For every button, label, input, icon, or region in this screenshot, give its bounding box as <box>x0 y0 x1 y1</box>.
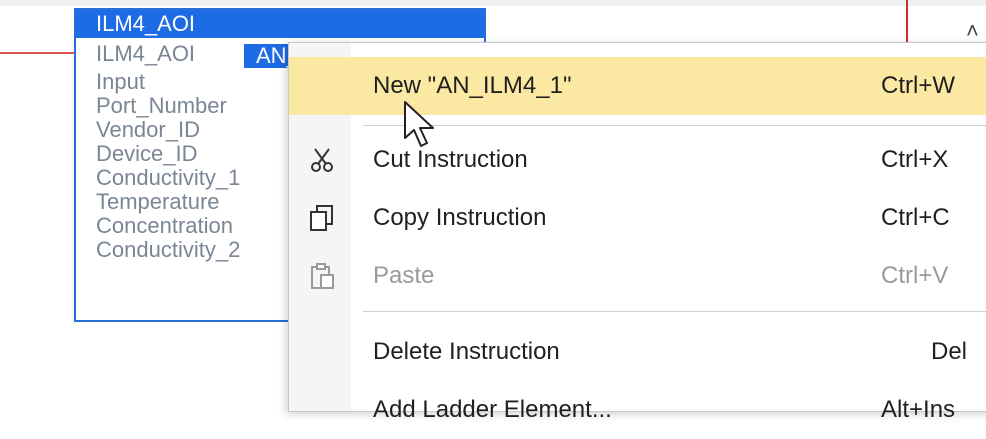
context-menu: New "AN_ILM4_1" Ctrl+W Cut Instruction C… <box>288 42 986 423</box>
menu-item-new-shortcut: Ctrl+W <box>881 72 955 99</box>
aoi-param-list: Input Port_Number Vendor_ID Device_ID Co… <box>96 70 240 262</box>
paste-icon <box>311 263 334 289</box>
scroll-up-icon[interactable]: ˄ <box>966 18 979 44</box>
aoi-param: Input <box>96 69 145 94</box>
menu-item-copy-shortcut: Ctrl+C <box>881 204 950 231</box>
aoi-param: Concentration <box>96 213 233 238</box>
menu-item-cut-shortcut: Ctrl+X <box>881 146 949 173</box>
menu-item-add-shortcut: Alt+Ins <box>881 396 956 423</box>
menu-item-paste-label: Paste <box>373 262 435 289</box>
menu-item-cut[interactable]: Cut Instruction Ctrl+X <box>289 131 986 189</box>
aoi-param: Conductivity_2 <box>96 237 241 262</box>
menu-item-add-label: Add Ladder Element... <box>373 396 612 423</box>
aoi-param: Conductivity_1 <box>96 165 241 190</box>
aoi-type-name: ILM4_AOI <box>96 41 196 66</box>
aoi-param: Temperature <box>96 189 220 214</box>
copy-icon <box>310 205 333 231</box>
menu-item-paste[interactable]: Paste Ctrl+V <box>289 247 986 305</box>
menu-item-paste-shortcut: Ctrl+V <box>881 262 949 289</box>
menu-separator <box>363 125 986 126</box>
rung-line-left <box>0 52 74 54</box>
menu-item-delete[interactable]: Delete Instruction Del <box>289 323 986 381</box>
aoi-title[interactable]: ILM4_AOI <box>76 10 484 38</box>
aoi-param: Port_Number <box>96 93 227 118</box>
menu-item-delete-shortcut: Del <box>931 338 968 365</box>
aoi-param: Vendor_ID <box>96 117 200 142</box>
menu-item-copy-label: Copy Instruction <box>373 204 547 231</box>
menu-item-new[interactable]: New "AN_ILM4_1" Ctrl+W <box>289 57 986 115</box>
top-shade <box>0 0 986 6</box>
aoi-param: Device_ID <box>96 141 198 166</box>
menu-item-copy[interactable]: Copy Instruction Ctrl+C <box>289 189 986 247</box>
mouse-cursor-icon <box>404 101 434 147</box>
menu-item-add-ladder-element[interactable]: Add Ladder Element... Alt+Ins <box>289 381 986 439</box>
menu-item-cut-label: Cut Instruction <box>373 146 528 173</box>
menu-item-delete-label: Delete Instruction <box>373 338 560 365</box>
scissors-icon <box>311 148 333 172</box>
menu-separator <box>363 311 986 312</box>
